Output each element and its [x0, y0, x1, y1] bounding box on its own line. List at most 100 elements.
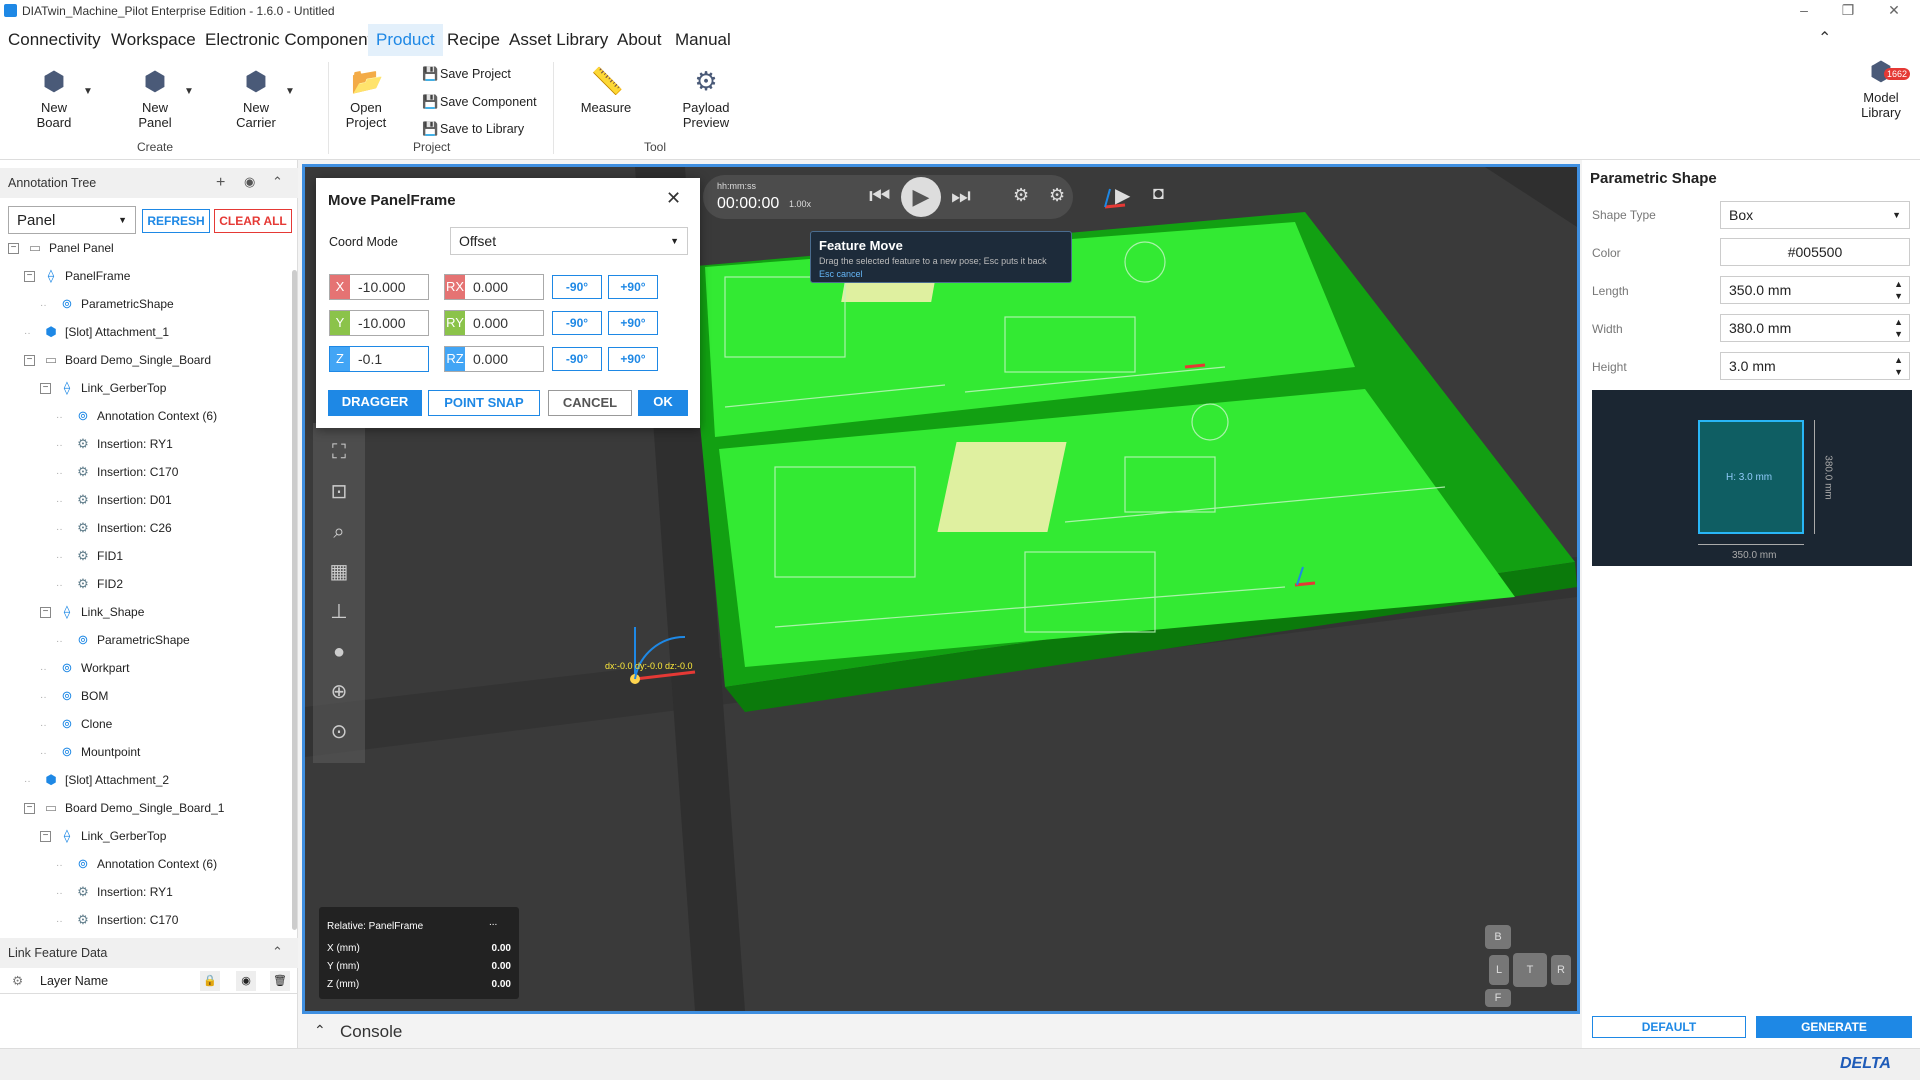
menu-manual[interactable]: Manual: [667, 28, 739, 52]
tree-scrollbar[interactable]: [292, 270, 297, 930]
tree-item[interactable]: ·· ⚙ Insertion: C170: [56, 908, 178, 932]
record-video-icon[interactable]: ▶: [1115, 183, 1130, 208]
tree-item[interactable]: ·· ⚙ FID1: [56, 544, 123, 568]
tree-item[interactable]: − ⟠ Link_Shape: [40, 600, 144, 624]
tree-item[interactable]: ·· ⬢ [Slot] Attachment_1: [24, 320, 169, 344]
orbit-icon[interactable]: ⊕: [321, 675, 357, 709]
stepper-arrows-icon[interactable]: ▲ ▼: [1894, 316, 1903, 340]
expand-toggle-icon[interactable]: −: [8, 243, 19, 255]
payload-preview-button[interactable]: ⚙ Payload Preview: [676, 66, 736, 130]
minimize-icon[interactable]: –: [1794, 2, 1814, 20]
ry-input[interactable]: RY 0.000: [444, 310, 544, 336]
new-board-button[interactable]: ⬢ New Board: [24, 66, 84, 130]
menu-workspace[interactable]: Workspace: [103, 28, 204, 52]
ry-minus90-button[interactable]: -90°: [552, 311, 602, 335]
tree-item[interactable]: ·· ⚙ FID2: [56, 572, 123, 596]
collapse-icon[interactable]: ⌃: [272, 944, 283, 960]
tree-item[interactable]: ·· ⊚ ParametricShape: [40, 292, 174, 316]
step-forward-icon[interactable]: ⏭: [951, 183, 971, 209]
tree-item[interactable]: ·· ⚙ Insertion: C170: [56, 460, 178, 484]
tree-item[interactable]: − ⟠ Link_GerberTop: [40, 376, 166, 400]
menu-asset-library[interactable]: Asset Library: [501, 28, 616, 52]
length-stepper[interactable]: 350.0 mm ▲ ▼: [1720, 276, 1910, 304]
shape-type-select[interactable]: Box ▼: [1720, 201, 1910, 229]
measure-button[interactable]: 📏 Measure: [576, 66, 636, 115]
tree-selector[interactable]: Panel ▼: [8, 206, 136, 234]
zoom-icon[interactable]: ⌕: [321, 515, 357, 549]
z-input[interactable]: Z -0.1: [329, 346, 429, 372]
eye-icon[interactable]: ◉: [236, 971, 256, 991]
tree-item[interactable]: ·· ⊚ Clone: [40, 712, 112, 736]
ok-button[interactable]: OK: [638, 390, 688, 416]
rz-minus90-button[interactable]: -90°: [552, 347, 602, 371]
collapse-icon[interactable]: ⌃: [272, 174, 283, 190]
tree-item[interactable]: ·· ⚙ Insertion: RY1: [56, 432, 173, 456]
save-to-library-button[interactable]: 💾 Save to Library: [422, 121, 524, 136]
expand-console-icon[interactable]: ⌃: [314, 1022, 326, 1039]
expand-toggle-icon[interactable]: −: [40, 831, 51, 843]
eye-icon[interactable]: ◉: [244, 174, 255, 190]
lock-icon[interactable]: 🔒: [200, 971, 220, 991]
menu-recipe[interactable]: Recipe: [439, 28, 508, 52]
menu-about[interactable]: About: [609, 28, 669, 52]
rx-plus90-button[interactable]: +90°: [608, 275, 658, 299]
close-icon[interactable]: ✕: [666, 188, 681, 209]
nav-front[interactable]: F: [1485, 989, 1511, 1007]
stepper-arrows-icon[interactable]: ▲ ▼: [1894, 278, 1903, 302]
focus-icon[interactable]: ⊙: [321, 715, 357, 749]
console-bar[interactable]: ⌃ Console: [302, 1016, 1580, 1048]
new-carrier-button[interactable]: ⬢ New Carrier: [226, 66, 286, 130]
grid-icon[interactable]: ▦: [321, 555, 357, 589]
new-panel-dropdown-icon[interactable]: ▼: [184, 86, 194, 97]
expand-toggle-icon[interactable]: −: [40, 607, 51, 619]
tree-item[interactable]: − ⟠ Link_GerberTop: [40, 824, 166, 848]
rz-plus90-button[interactable]: +90°: [608, 347, 658, 371]
skip-start-icon[interactable]: ⏮: [869, 183, 891, 211]
axes-icon[interactable]: ⊥: [321, 595, 357, 629]
tree-item[interactable]: ·· ⊚ Mountpoint: [40, 740, 140, 764]
tree-item[interactable]: − ▭ Panel Panel: [8, 236, 114, 260]
new-carrier-dropdown-icon[interactable]: ▼: [285, 86, 295, 97]
sphere-icon[interactable]: ●: [321, 635, 357, 669]
tree-item[interactable]: ·· ⊚ BOM: [40, 684, 108, 708]
stepper-arrows-icon[interactable]: ▲ ▼: [1894, 354, 1903, 378]
save-project-button[interactable]: 💾 Save Project: [422, 66, 511, 81]
refresh-button[interactable]: REFRESH: [142, 209, 210, 233]
new-panel-button[interactable]: ⬢ New Panel: [125, 66, 185, 130]
tree-item[interactable]: − ▭ Board Demo_Single_Board_1: [24, 796, 224, 820]
cancel-button[interactable]: CANCEL: [548, 390, 632, 416]
trash-icon[interactable]: 🗑: [270, 971, 290, 991]
ry-plus90-button[interactable]: +90°: [608, 311, 658, 335]
dragger-button[interactable]: DRAGGER: [328, 390, 422, 416]
x-input[interactable]: X -10.000: [329, 274, 429, 300]
new-board-dropdown-icon[interactable]: ▼: [83, 86, 93, 97]
camera-icon[interactable]: ◘: [1153, 183, 1164, 204]
rz-input[interactable]: RZ 0.000: [444, 346, 544, 372]
height-stepper[interactable]: 3.0 mm ▲ ▼: [1720, 352, 1910, 380]
tree-item[interactable]: ·· ⊚ Annotation Context (6): [56, 404, 217, 428]
tree-item[interactable]: ·· ⊚ ParametricShape: [56, 628, 190, 652]
rx-input[interactable]: RX 0.000: [444, 274, 544, 300]
expand-toggle-icon[interactable]: −: [24, 803, 35, 815]
save-component-button[interactable]: 💾 Save Component: [422, 94, 537, 109]
collapse-ribbon-icon[interactable]: ⌃: [1818, 28, 1831, 48]
nav-top[interactable]: T: [1513, 953, 1547, 987]
maximize-icon[interactable]: ❐: [1838, 2, 1858, 20]
tree-item[interactable]: − ▭ Board Demo_Single_Board: [24, 348, 211, 372]
menu-connectivity[interactable]: Connectivity: [0, 28, 109, 52]
model-library-button[interactable]: ⬢ 1662 Model Library: [1846, 56, 1916, 120]
fit-selection-icon[interactable]: ⊡: [321, 475, 357, 509]
tree-item[interactable]: ·· ⚙ Insertion: C26: [56, 516, 172, 540]
close-window-icon[interactable]: ✕: [1884, 2, 1904, 20]
rx-minus90-button[interactable]: -90°: [552, 275, 602, 299]
expand-toggle-icon[interactable]: −: [40, 383, 51, 395]
expand-toggle-icon[interactable]: −: [24, 355, 35, 367]
more-icon[interactable]: ...: [489, 917, 497, 928]
menu-electronic-component[interactable]: Electronic Component: [197, 28, 380, 52]
nav-left[interactable]: L: [1489, 955, 1509, 985]
play-icon[interactable]: ▶: [901, 177, 941, 217]
tree-item[interactable]: ·· ⚙ Insertion: D01: [56, 488, 172, 512]
color-field[interactable]: #005500: [1720, 238, 1910, 266]
add-icon[interactable]: +: [216, 174, 225, 192]
tree-item[interactable]: ·· ⊚ Annotation Context (6): [56, 852, 217, 876]
